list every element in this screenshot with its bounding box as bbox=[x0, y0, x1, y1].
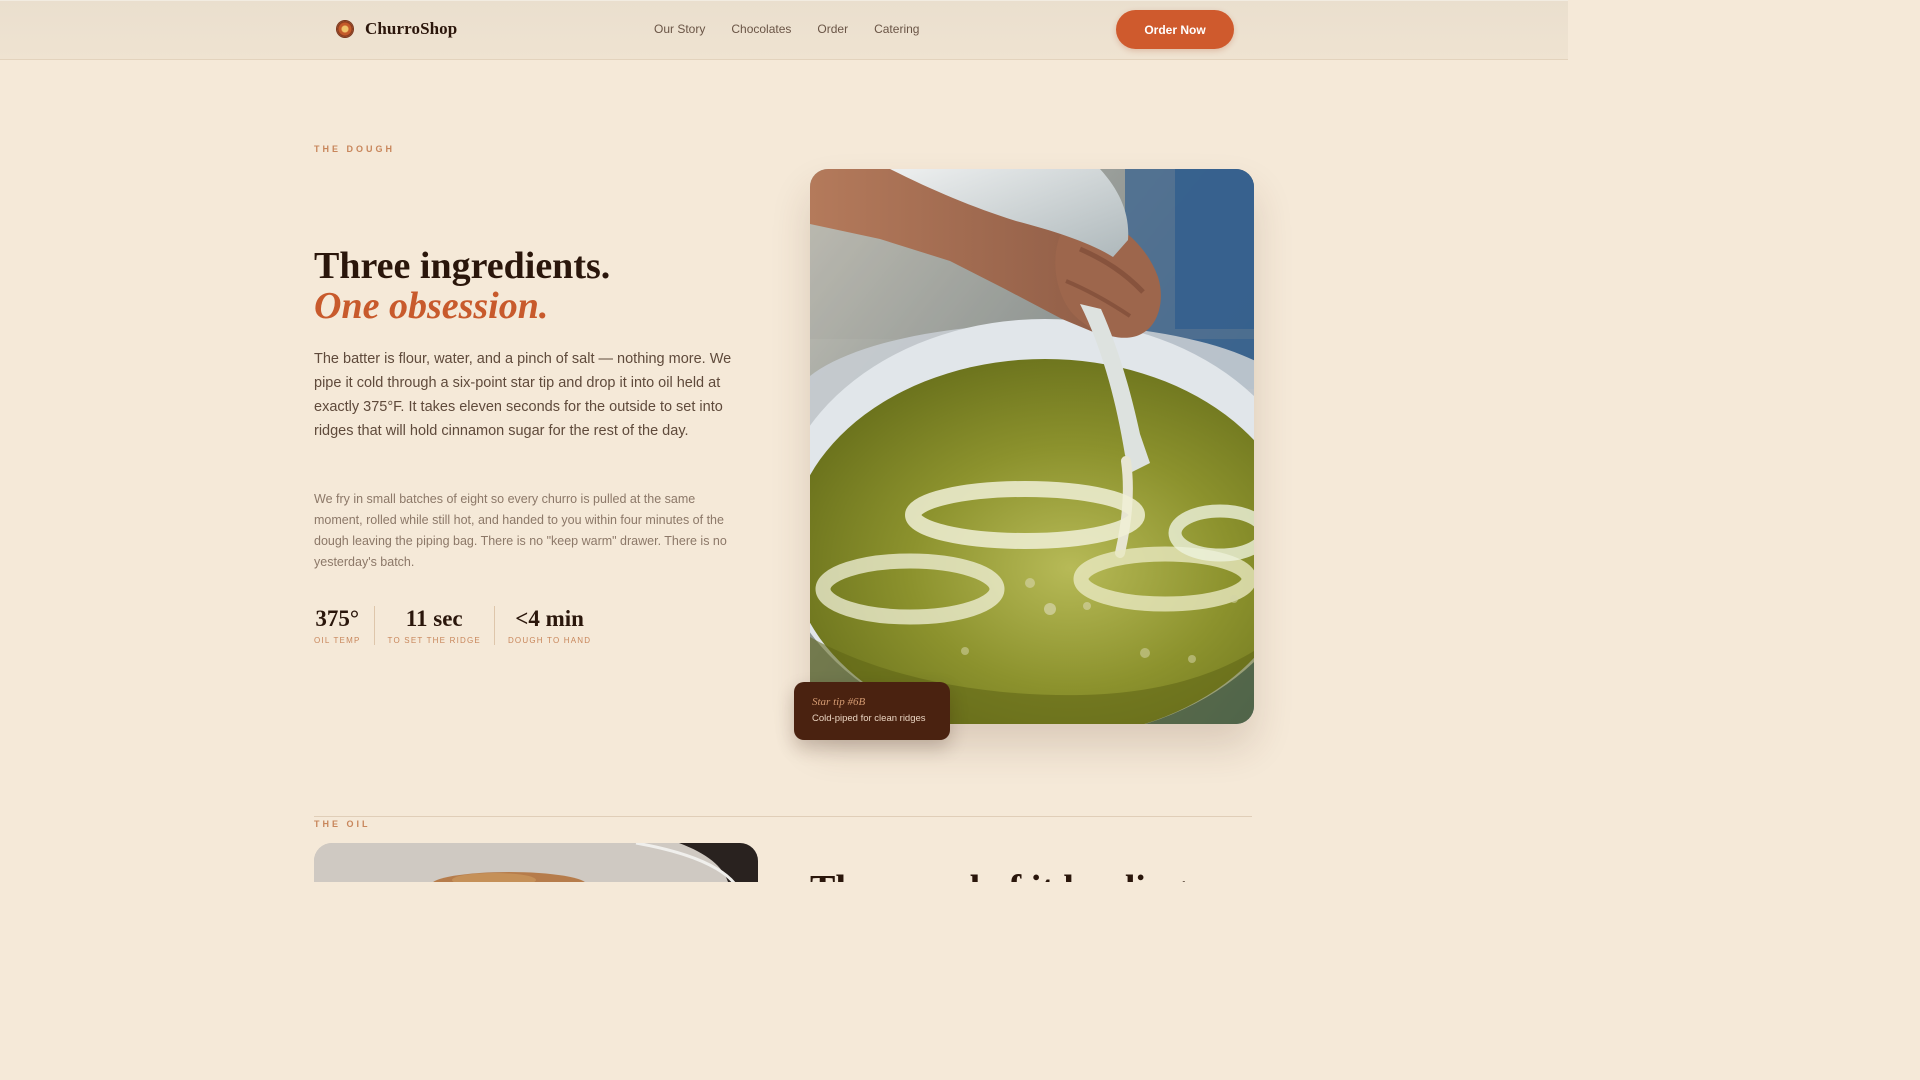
dough-lead-paragraph: The batter is flour, water, and a pinch … bbox=[314, 351, 732, 439]
headline-line-primary: Three ingredients. bbox=[314, 245, 611, 287]
caption-title: Star tip #6B bbox=[812, 696, 866, 708]
photo-caption-card: Star tip #6B Cold-piped for clean ridges bbox=[794, 682, 950, 740]
caption-text: Cold-piped for clean ridges bbox=[812, 713, 926, 724]
stat-oil-temp: 375° OIL TEMP bbox=[314, 606, 374, 645]
section-eyebrow-oil: THE OIL bbox=[314, 819, 371, 829]
nav-chocolates[interactable]: Chocolates bbox=[731, 20, 791, 38]
churro-coil-icon bbox=[337, 21, 353, 37]
nav-our-story[interactable]: Our Story bbox=[654, 20, 705, 38]
stat-label: TO SET THE RIDGE bbox=[387, 636, 481, 645]
churro-piping-photo bbox=[810, 169, 1254, 724]
oil-frying-illustration bbox=[314, 843, 758, 882]
churroshop-page: ChurroShop Our Story Chocolates Order Ca… bbox=[0, 0, 1568, 882]
stat-value: 11 sec bbox=[405, 606, 463, 631]
stat-label: OIL TEMP bbox=[314, 636, 361, 645]
stat-set-ridge: 11 sec TO SET THE RIDGE bbox=[373, 606, 494, 645]
nav-catering[interactable]: Catering bbox=[874, 20, 919, 38]
oil-frying-photo bbox=[314, 843, 758, 882]
dough-body-paragraph: We fry in small batches of eight so ever… bbox=[314, 492, 727, 569]
main-navigation: Our Story Chocolates Order Catering bbox=[654, 20, 919, 38]
oil-headline: The sound of it landing bbox=[810, 869, 1190, 882]
stat-dough-to-hand: <4 min DOUGH TO HAND bbox=[493, 606, 604, 645]
brand-name: ChurroShop bbox=[365, 19, 458, 38]
section-divider bbox=[314, 816, 1252, 817]
stat-label: DOUGH TO HAND bbox=[507, 636, 592, 645]
brand[interactable]: ChurroShop bbox=[337, 18, 457, 40]
nav-order[interactable]: Order bbox=[817, 20, 848, 38]
order-now-button[interactable]: Order Now bbox=[1116, 10, 1234, 49]
dough-headline: Three ingredients. One obsession. bbox=[314, 246, 744, 326]
headline-line-accent: One obsession. bbox=[314, 285, 549, 327]
section-eyebrow-dough: THE DOUGH bbox=[314, 144, 395, 154]
churro-piping-illustration bbox=[810, 169, 1254, 724]
stat-value: 375° bbox=[315, 606, 360, 631]
site-header: ChurroShop Our Story Chocolates Order Ca… bbox=[0, 0, 1568, 60]
dough-stats: 375° OIL TEMP 11 sec TO SET THE RIDGE <4… bbox=[314, 606, 604, 645]
stat-value: <4 min bbox=[515, 606, 584, 631]
